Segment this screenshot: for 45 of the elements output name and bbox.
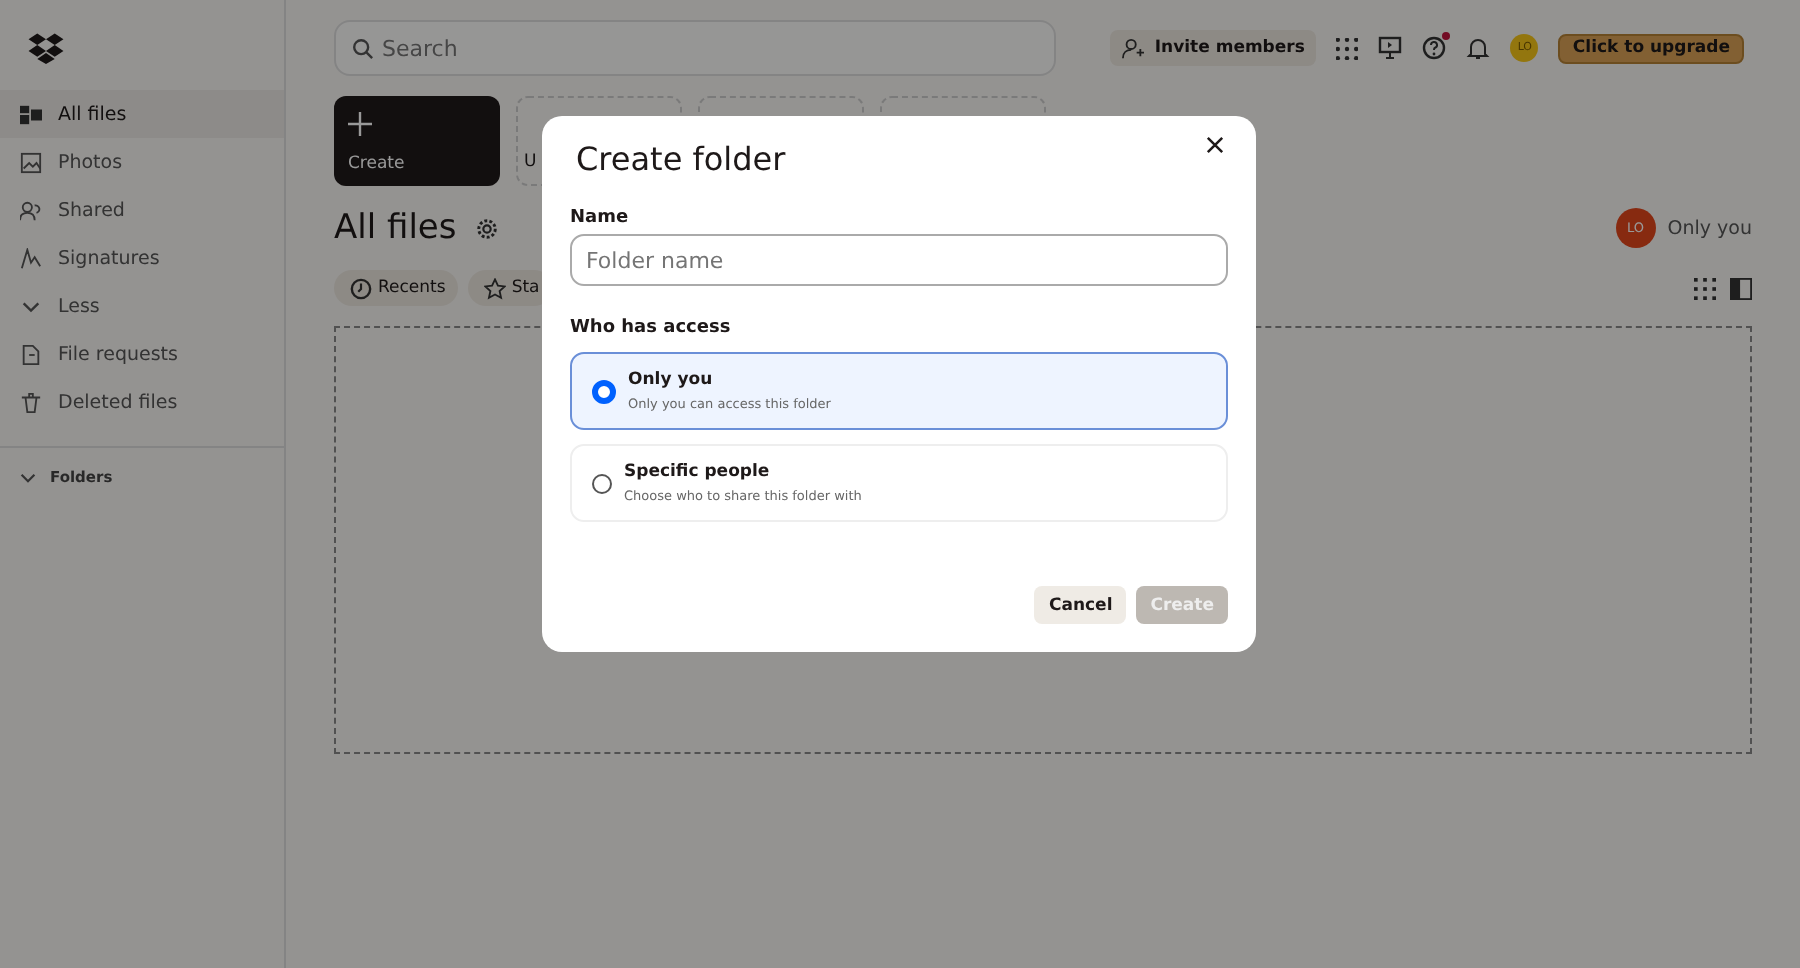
signature-icon [20,247,42,269]
plus-icon [348,112,372,136]
sharing-label: Only you [1667,217,1752,239]
monitor-icon[interactable] [1378,36,1403,60]
bell-icon[interactable] [1466,36,1491,60]
star-icon [483,277,506,299]
sidebar-item[interactable]: Shared [0,186,284,234]
people-icon [20,199,42,221]
radio-button[interactable] [592,379,616,403]
logo-icon [28,32,64,64]
image-icon [20,151,42,173]
invite-members-button[interactable]: Invite members [1110,30,1317,66]
radio-button[interactable] [592,473,612,493]
sidebar-item[interactable]: All files [0,90,284,138]
upgrade-button[interactable]: Click to upgrade [1558,33,1744,63]
panel-toggle-icon[interactable] [1730,277,1752,299]
dialog-title: Create folder [574,140,786,180]
add-person-icon [1122,37,1145,59]
help-icon[interactable] [1422,36,1447,60]
apps-grid-icon[interactable] [1336,37,1359,59]
cancel-button[interactable]: Cancel [1034,586,1127,624]
folder-name-field[interactable]: Folder name [570,234,1228,286]
sidebar-item[interactable]: Less [0,282,284,330]
option-title: Only you [628,370,715,390]
sidebar-item[interactable]: File requests [0,330,284,378]
search-icon [352,38,374,60]
filter-chip[interactable]: Recents [334,270,458,306]
option-title: Specific people [624,462,772,482]
sidebar-item[interactable]: Signatures [0,234,284,282]
section-label: Who has access [570,318,733,338]
page-title: All files [334,208,457,248]
close-icon [1206,136,1224,154]
document-icon [20,343,42,365]
create-tile[interactable]: Create [334,96,500,186]
chevron-icon [20,469,36,485]
grid-view-icon[interactable] [1694,277,1716,299]
search-field[interactable]: Search [334,20,1056,76]
close-button[interactable] [1202,132,1228,158]
files-icon [20,103,42,125]
sidebar-item[interactable]: Photos [0,138,284,186]
field-label: Name [570,208,631,228]
trash-icon [20,391,42,413]
sidebar-item[interactable]: Deleted files [0,378,284,426]
clock-icon [350,277,372,299]
settings-icon[interactable] [476,217,499,239]
